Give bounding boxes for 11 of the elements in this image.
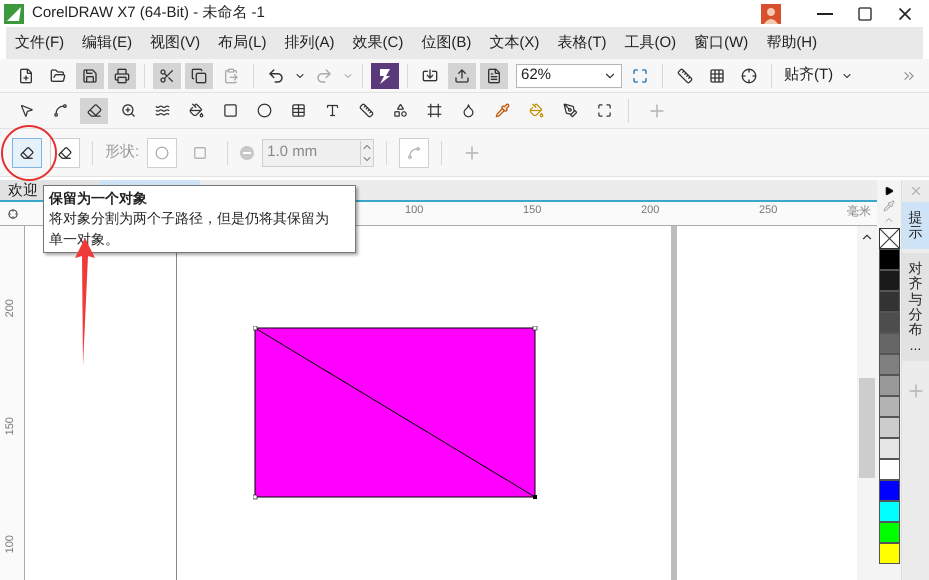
ruler-unit: 毫米 [847,203,871,220]
ruler-label: 250 [759,203,778,218]
ruler-label: 200 [2,299,17,318]
window-title: CorelDRAW X7 (64-Bit) - 未命名 -1 [32,3,265,24]
ruler-label: 100 [2,535,17,554]
ruler-label: 150 [2,417,17,436]
ruler-label: 150 [523,203,542,218]
ruler-label: 200 [641,203,660,218]
shape-label: 形状: [105,142,140,162]
ruler-label: 100 [405,203,424,218]
tooltip-title: 保留为一个对象 [49,189,147,208]
